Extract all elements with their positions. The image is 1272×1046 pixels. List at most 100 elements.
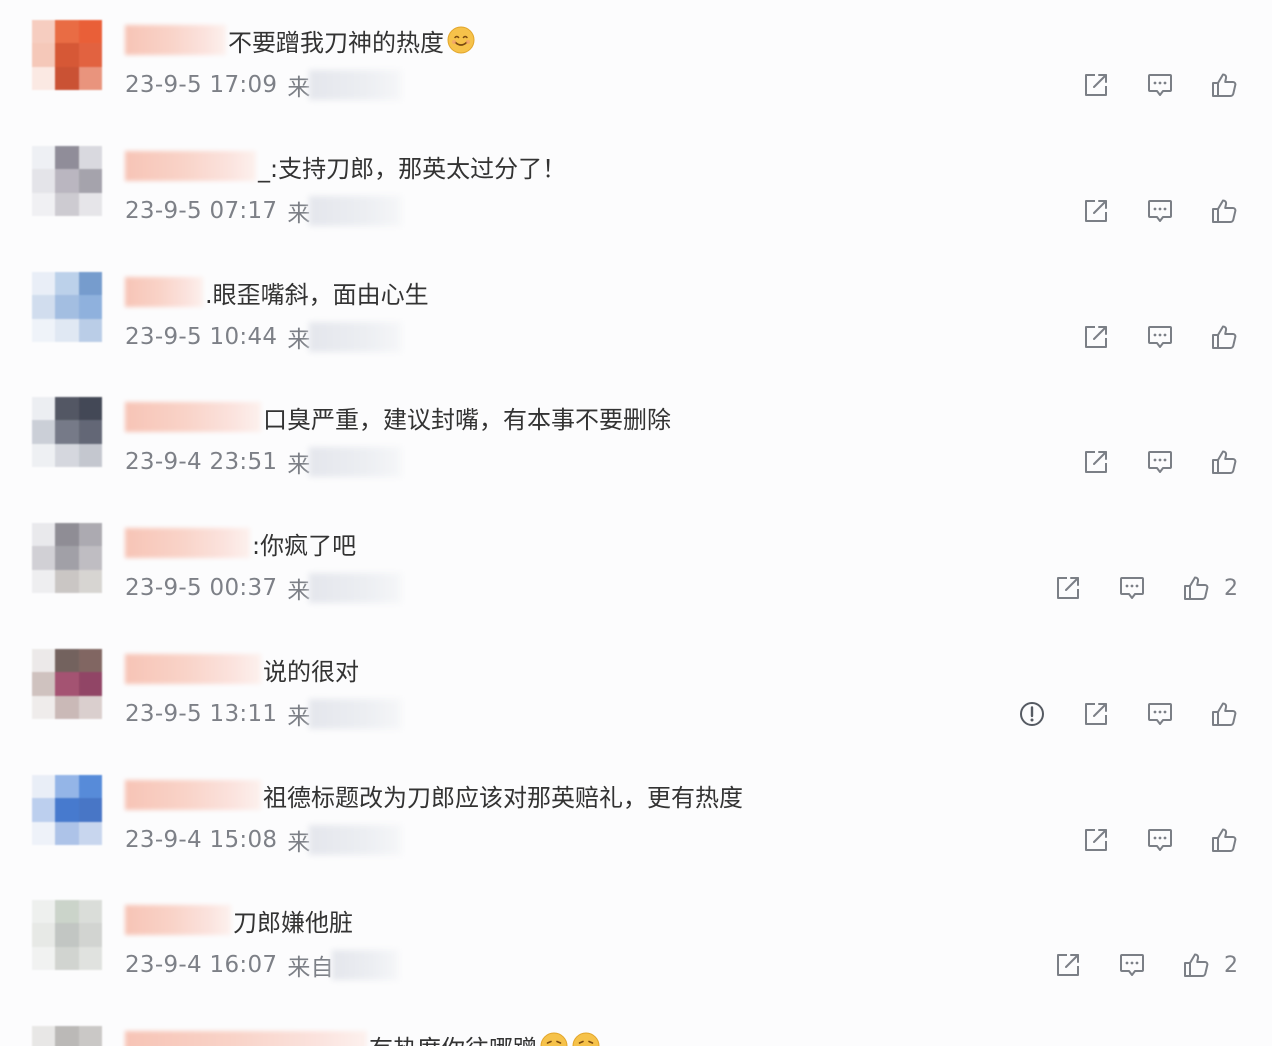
avatar-pixel	[55, 43, 79, 67]
share-icon[interactable]	[1082, 826, 1110, 854]
comment-time: 23-9-4 15:08	[125, 827, 278, 853]
like-icon[interactable]	[1182, 951, 1210, 979]
comment-item: :你疯了吧 23-9-5 00:37 来 2	[0, 503, 1272, 629]
avatar[interactable]	[32, 20, 102, 90]
share-icon[interactable]	[1054, 951, 1082, 979]
comment-body: _:支持刀郎，那英太过分了！	[125, 148, 566, 184]
avatar-pixel	[55, 798, 79, 822]
share-icon[interactable]	[1082, 700, 1110, 728]
comment-actions	[1082, 447, 1238, 477]
comment-item: 刀郎嫌他脏 23-9-4 16:07 来自 2	[0, 880, 1272, 1006]
laugh-emoji-icon	[539, 1031, 569, 1046]
comment-meta: 23-9-5 00:37 来	[125, 571, 401, 605]
share-icon[interactable]	[1082, 448, 1110, 476]
avatar[interactable]	[32, 1026, 102, 1046]
comment-body: 口臭严重，建议封嘴，有本事不要删除	[125, 399, 671, 435]
username-blurred[interactable]	[125, 654, 261, 684]
avatar-pixel	[55, 20, 79, 44]
comment-icon[interactable]	[1146, 700, 1174, 728]
avatar-pixel	[32, 146, 56, 170]
avatar[interactable]	[32, 272, 102, 342]
comment-text: 说的很对	[263, 657, 359, 686]
comment-icon[interactable]	[1118, 951, 1146, 979]
username-blurred[interactable]	[125, 402, 261, 432]
avatar-pixel	[55, 169, 79, 193]
avatar[interactable]	[32, 775, 102, 845]
username-blurred[interactable]	[125, 151, 256, 181]
avatar-pixel	[32, 672, 56, 696]
comment-icon[interactable]	[1118, 574, 1146, 602]
avatar-pixel	[55, 923, 79, 947]
like-icon[interactable]	[1210, 323, 1238, 351]
comment-body: 有热度你往哪蹭	[125, 1028, 601, 1046]
avatar-pixel	[78, 569, 102, 593]
comment-icon[interactable]	[1146, 197, 1174, 225]
avatar-pixel	[55, 295, 79, 319]
avatar-pixel	[32, 192, 56, 216]
share-icon[interactable]	[1082, 197, 1110, 225]
comment-source-label: 来	[287, 578, 311, 604]
avatar-pixel	[78, 523, 102, 547]
comment-source-label: 来	[287, 704, 311, 730]
avatar-pixel	[32, 1026, 56, 1046]
comment-source-label: 来	[287, 75, 311, 101]
share-icon[interactable]	[1082, 71, 1110, 99]
avatar-pixel	[55, 443, 79, 467]
comment-actions	[1082, 322, 1238, 352]
username-blurred[interactable]	[125, 905, 231, 935]
avatar-pixel	[78, 146, 102, 170]
avatar-pixel	[78, 318, 102, 342]
avatar-pixel	[32, 318, 56, 342]
comment-actions: 2	[1054, 573, 1238, 603]
like-icon[interactable]	[1210, 71, 1238, 99]
comment-text: 有热度你往哪蹭	[369, 1029, 537, 1046]
share-icon[interactable]	[1054, 574, 1082, 602]
username-blurred[interactable]	[125, 780, 261, 810]
comment-text: 不要蹭我刀神的热度	[228, 28, 444, 57]
avatar-pixel	[55, 420, 79, 444]
avatar-pixel	[32, 649, 56, 673]
comment-item: _:支持刀郎，那英太过分了！ 23-9-5 07:17 来	[0, 126, 1272, 252]
avatar-pixel	[32, 821, 56, 845]
comment-body: 祖德标题改为刀郎应该对那英赔礼，更有热度	[125, 777, 743, 813]
comment-icon[interactable]	[1146, 448, 1174, 476]
like-icon[interactable]	[1210, 448, 1238, 476]
avatar-pixel	[32, 946, 56, 970]
avatar-pixel	[78, 420, 102, 444]
comment-icon[interactable]	[1146, 826, 1174, 854]
avatar[interactable]	[32, 649, 102, 719]
source-blurred	[331, 950, 398, 980]
like-icon[interactable]	[1210, 700, 1238, 728]
username-blurred[interactable]	[125, 528, 250, 558]
avatar-pixel	[55, 900, 79, 924]
comment-actions	[1082, 70, 1238, 100]
comment-source-label: 来	[287, 830, 311, 856]
comment-meta: 23-9-5 10:44 来	[125, 320, 401, 354]
avatar[interactable]	[32, 900, 102, 970]
avatar-pixel	[32, 43, 56, 67]
avatar-pixel	[32, 295, 56, 319]
avatar-pixel	[32, 397, 56, 421]
avatar[interactable]	[32, 146, 102, 216]
comment-icon[interactable]	[1146, 323, 1174, 351]
avatar[interactable]	[32, 397, 102, 467]
comment-item: 祖德标题改为刀郎应该对那英赔礼，更有热度 23-9-4 15:08 来	[0, 755, 1272, 881]
report-icon[interactable]	[1018, 700, 1046, 728]
like-icon[interactable]	[1182, 574, 1210, 602]
like-icon[interactable]	[1210, 197, 1238, 225]
username-blurred[interactable]	[125, 25, 226, 55]
avatar-pixel	[78, 775, 102, 799]
comment-item: 口臭严重，建议封嘴，有本事不要删除 23-9-4 23:51 来	[0, 377, 1272, 503]
avatar-pixel	[32, 272, 56, 296]
share-icon[interactable]	[1082, 323, 1110, 351]
like-icon[interactable]	[1210, 826, 1238, 854]
avatar-pixel	[55, 546, 79, 570]
comment-actions	[1082, 825, 1238, 855]
avatar-pixel	[78, 695, 102, 719]
avatar-pixel	[55, 192, 79, 216]
username-blurred[interactable]	[125, 1031, 367, 1046]
comment-icon[interactable]	[1146, 71, 1174, 99]
avatar[interactable]	[32, 523, 102, 593]
comment-meta: 23-9-5 17:09 来	[125, 68, 401, 102]
username-blurred[interactable]	[125, 277, 203, 307]
